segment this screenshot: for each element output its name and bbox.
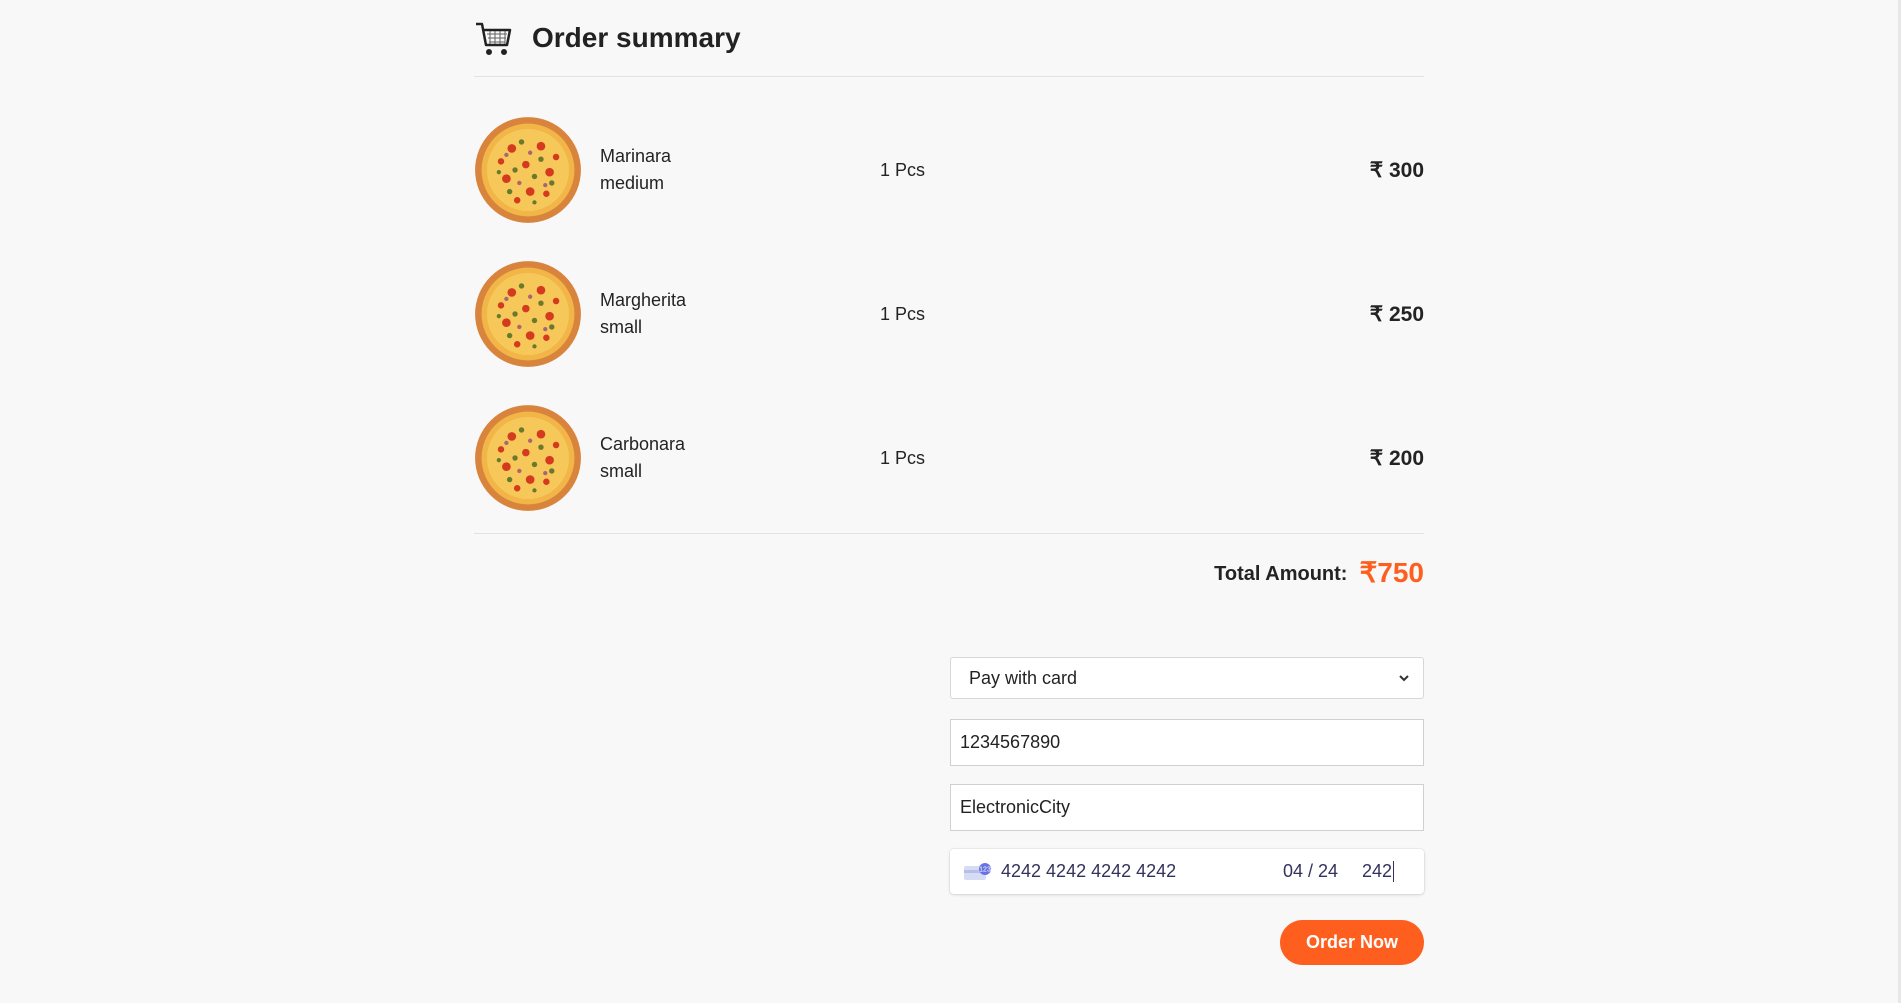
order-item: Marinara medium 1 Pcs ₹ 300 [474, 115, 1424, 225]
item-price: ₹ 300 [1369, 158, 1424, 182]
card-cvc-input[interactable]: 242 [1362, 861, 1395, 882]
credit-card-icon: 123 [964, 862, 991, 880]
item-quantity: 1 Pcs [880, 447, 926, 468]
payment-method-select[interactable]: Pay with card [950, 657, 1424, 699]
item-size: small [600, 461, 643, 481]
card-expiry-input[interactable]: 04 / 24 [1283, 861, 1362, 882]
address-value: ElectronicCity [960, 797, 1071, 817]
card-element[interactable]: 123 4242 4242 4242 4242 04 / 24 242 [950, 849, 1424, 894]
payment-form: Pay with card 1234567890 ElectronicCity … [950, 657, 1424, 965]
order-items-list: Marinara medium 1 Pcs ₹ 300 Margherita s… [474, 77, 1424, 534]
chevron-down-icon [1399, 675, 1409, 682]
item-name-block: Marinara medium [600, 143, 880, 197]
item-name-block: Margherita small [600, 287, 880, 341]
item-price: ₹ 200 [1369, 446, 1424, 470]
address-input[interactable]: ElectronicCity [950, 784, 1424, 831]
item-size: small [600, 317, 643, 337]
item-size: medium [600, 173, 665, 193]
item-quantity: 1 Pcs [880, 159, 926, 180]
pizza-image [475, 117, 581, 223]
order-now-button[interactable]: Order Now [1280, 920, 1424, 965]
phone-input[interactable]: 1234567890 [950, 719, 1424, 766]
total-amount: ₹750 [1359, 557, 1424, 588]
payment-method-value: Pay with card [969, 667, 1078, 688]
item-quantity: 1 Pcs [880, 303, 926, 324]
item-name-block: Carbonara small [600, 431, 880, 485]
order-item: Carbonara small 1 Pcs ₹ 200 [474, 403, 1424, 513]
cart-icon [476, 22, 512, 55]
pizza-image [475, 261, 581, 367]
order-item: Margherita small 1 Pcs ₹ 250 [474, 259, 1424, 369]
item-name: Carbonara [600, 434, 686, 454]
total-row: Total Amount: ₹750 [474, 556, 1424, 589]
item-name: Marinara [600, 146, 672, 166]
order-summary-section: Order summary Marinara medium 1 Pcs ₹ 30… [474, 0, 1424, 589]
page: Order summary Marinara medium 1 Pcs ₹ 30… [0, 0, 1901, 1003]
header: Order summary [474, 0, 1424, 77]
item-price: ₹ 250 [1369, 302, 1424, 326]
pizza-image [475, 405, 581, 511]
phone-value: 1234567890 [960, 732, 1061, 752]
page-title: Order summary [532, 22, 741, 53]
item-name: Margherita [600, 290, 687, 310]
svg-text:123: 123 [979, 866, 991, 873]
total-label: Total Amount: [1214, 563, 1348, 585]
card-number-input[interactable]: 4242 4242 4242 4242 [1001, 861, 1283, 882]
